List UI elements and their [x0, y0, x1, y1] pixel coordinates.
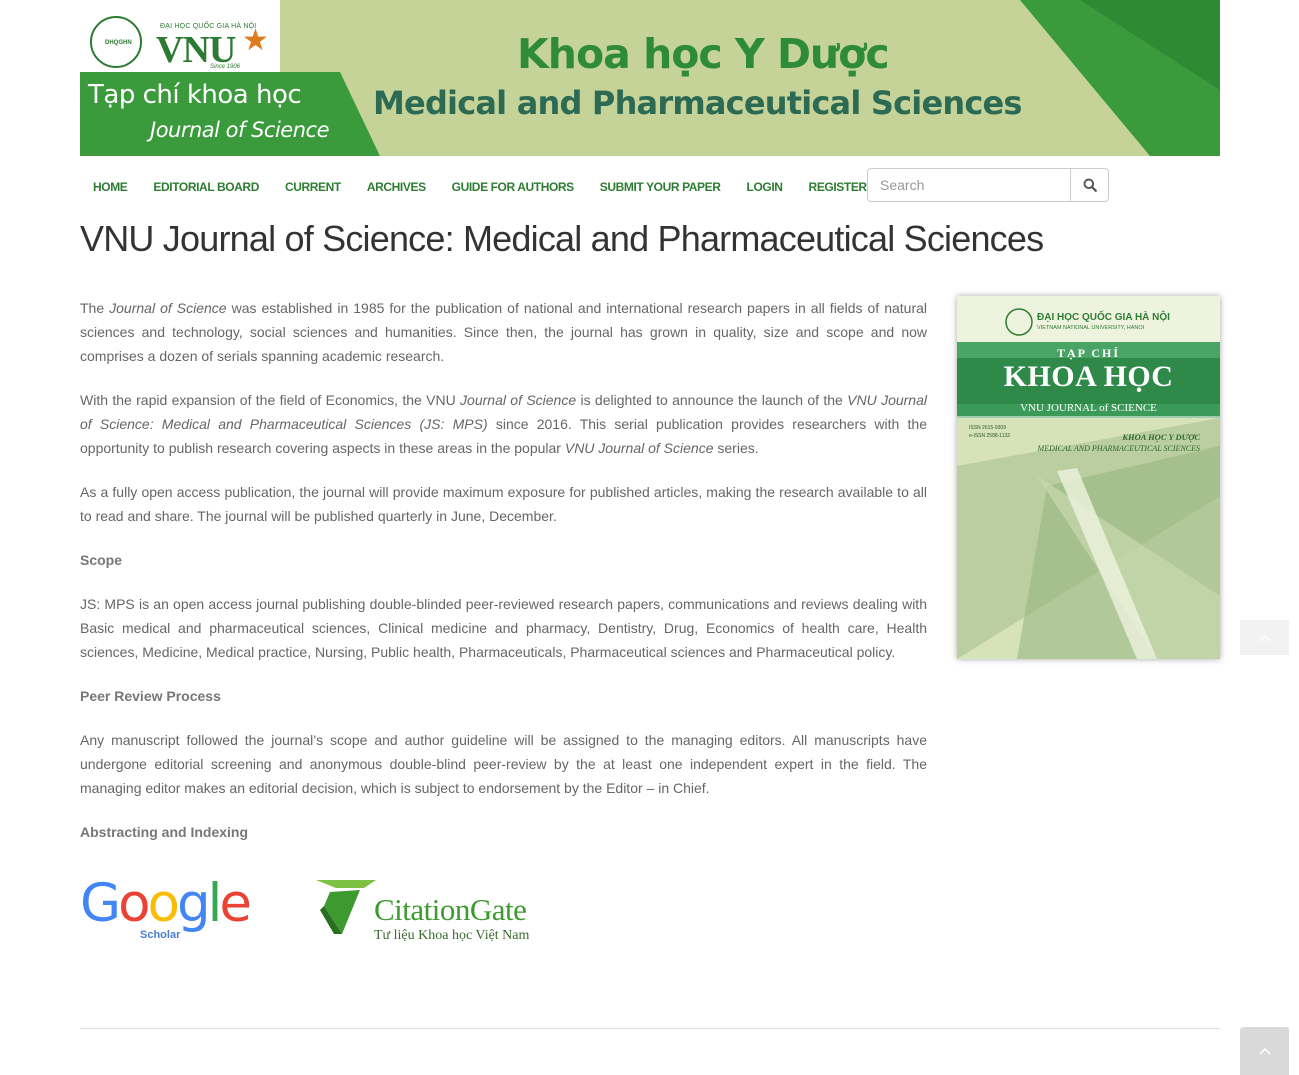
footer-divider	[80, 1028, 1220, 1029]
cover-university: ĐẠI HỌC QUỐC GIA HÀ NỘI	[1037, 312, 1170, 323]
cover-issn-print: ISSN 2615-9309	[969, 425, 1006, 431]
cover-issn-online: e-ISSN 2588-1132	[969, 433, 1011, 439]
search-icon	[1083, 178, 1097, 192]
vnu-logo: DHQGHN ĐẠI HỌC QUỐC GIA HÀ NỘI VNU ★ Sin…	[90, 14, 269, 72]
nav-submit-your-paper[interactable]: SUBMIT YOUR PAPER	[587, 172, 734, 202]
banner-journal-vi: Khoa học Y Dược	[517, 30, 890, 78]
google-wordmark: Google	[80, 873, 252, 934]
journal-description: The Journal of Science was established i…	[80, 296, 927, 864]
nav-current[interactable]: CURRENT	[272, 172, 354, 202]
page-title: VNU Journal of Science: Medical and Phar…	[80, 218, 1044, 259]
google-letter: o	[118, 873, 150, 934]
cover-khoa-hoc: KHOA HỌC	[1003, 360, 1174, 393]
banner-title-en: Journal of Science	[150, 118, 330, 142]
google-letter: g	[176, 873, 211, 934]
open-access-paragraph: As a fully open access publication, the …	[80, 484, 927, 524]
peer-review-heading: Peer Review Process	[80, 688, 221, 704]
banner-title-vi: Tạp chí khoa học	[88, 80, 302, 110]
back-to-top-button[interactable]	[1240, 1027, 1289, 1075]
launch-text: With the rapid expansion of the field of…	[80, 392, 461, 408]
search-input[interactable]	[868, 169, 1070, 201]
launch-text-2: is delighted to announce the launch of t…	[576, 392, 848, 408]
intro-journal-name: Journal of Science	[109, 300, 227, 316]
chevron-up-icon	[1258, 1047, 1271, 1055]
nav-home[interactable]: HOME	[80, 172, 140, 202]
search-box	[867, 168, 1109, 202]
launch-paragraph: With the rapid expansion of the field of…	[80, 388, 927, 460]
google-letter: l	[207, 873, 223, 934]
nav-archives[interactable]: ARCHIVES	[354, 172, 439, 202]
search-button[interactable]	[1070, 169, 1108, 201]
google-letter: e	[219, 873, 252, 934]
citationgate-tagline: Tư liệu Khoa học Việt Nam	[374, 928, 530, 943]
google-letter: o	[147, 873, 180, 934]
scope-heading: Scope	[80, 552, 123, 568]
google-scholar-label: Scholar	[140, 929, 181, 941]
vnu-since-text: Since 1906	[210, 64, 241, 70]
cover-tap-chi: TẠP CHÍ	[1056, 346, 1120, 360]
main-navigation: HOME EDITORIAL BOARD CURRENT ARCHIVES GU…	[80, 172, 880, 202]
intro-text: The	[80, 300, 110, 316]
peer-review-paragraph: Any manuscript followed the journal’s sc…	[80, 732, 927, 796]
launch-text-4: series.	[713, 440, 759, 456]
scope-paragraph: JS: MPS is an open access journal publis…	[80, 596, 927, 660]
vnu-emblem-icon: DHQGHN	[90, 16, 142, 68]
citationgate-logo[interactable]: CitationGate Tư liệu Khoa học Việt Nam	[316, 876, 556, 946]
launch-journal-name: Journal of Science	[460, 392, 577, 408]
intro-paragraph: The Journal of Science was established i…	[80, 296, 927, 368]
nav-guide-for-authors[interactable]: GUIDE FOR AUTHORS	[439, 172, 587, 202]
launch-series-name: VNU Journal of Science	[564, 440, 714, 456]
citationgate-name: CitationGate	[374, 892, 527, 927]
google-letter: G	[80, 873, 121, 934]
vnu-badge-text: DHQGHN	[105, 40, 132, 46]
cover-vnu-jos: VNU JOURNAL of SCIENCE	[1020, 402, 1157, 414]
checkmark-icon	[316, 880, 376, 934]
nav-login[interactable]: LOGIN	[734, 172, 796, 202]
indexing-heading: Abstracting and Indexing	[80, 824, 249, 840]
cover-subtitle-vi: KHOA HỌC Y DƯỢC	[1122, 432, 1200, 442]
nav-editorial-board[interactable]: EDITORIAL BOARD	[140, 172, 272, 202]
chevron-up-icon	[1258, 634, 1271, 642]
cover-subtitle-en: MEDICAL AND PHARMACEUTICAL SCIENCES	[1037, 444, 1200, 453]
journal-cover-image: ĐẠI HỌC QUỐC GIA HÀ NỘI VIETNAM NATIONAL…	[957, 296, 1220, 659]
google-scholar-logo[interactable]: Google Scholar	[80, 873, 252, 942]
cover-issn: ISSN 2615-9309 e-ISSN 2588-1132	[969, 424, 1010, 440]
cover-university-en: VIETNAM NATIONAL UNIVERSITY, HANOI	[1037, 325, 1145, 331]
floating-scroll-button[interactable]	[1240, 620, 1289, 655]
star-icon: ★	[242, 24, 269, 57]
site-banner[interactable]: DHQGHN ĐẠI HỌC QUỐC GIA HÀ NỘI VNU ★ Sin…	[80, 0, 1220, 156]
banner-journal-en: Medical and Pharmaceutical Sciences	[373, 84, 1022, 122]
